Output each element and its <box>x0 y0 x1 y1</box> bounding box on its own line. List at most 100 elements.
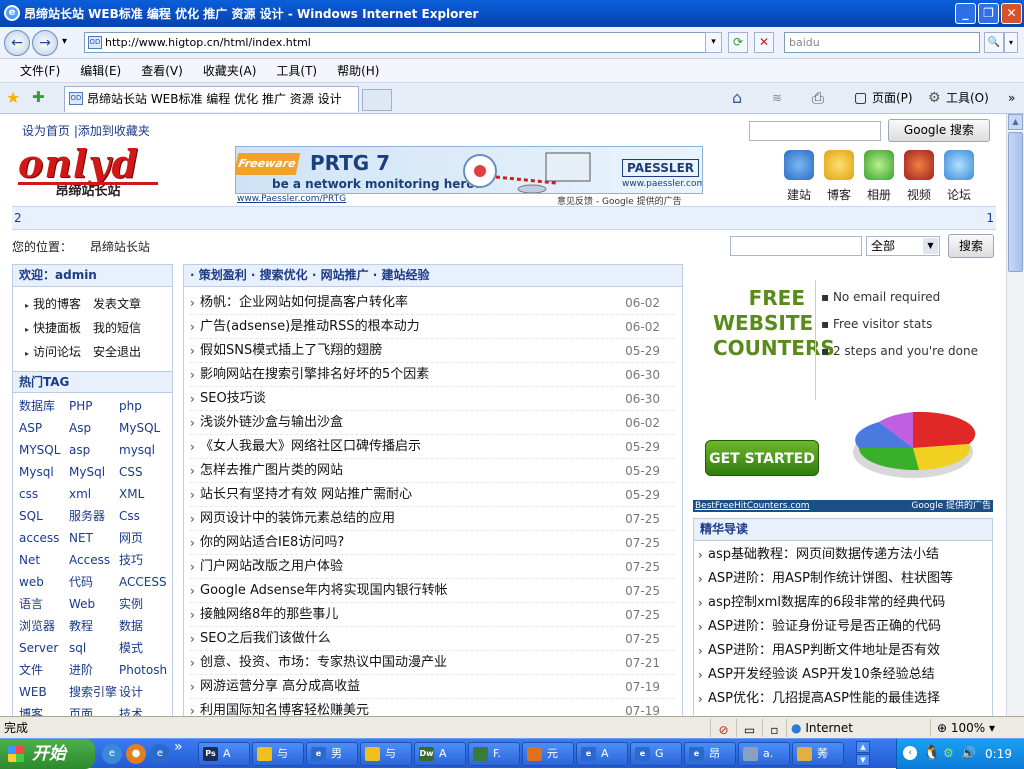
article-row[interactable]: 创意、投资、市场：专家热议中国动漫产业 07-21 <box>190 651 674 675</box>
taskbar-window-button[interactable]: Dw A <box>414 742 466 766</box>
tag-link[interactable]: MYSQL <box>19 439 69 461</box>
address-input[interactable]: OD http://www.higtop.cn/html/index.html <box>84 32 722 53</box>
tag-link[interactable]: web <box>19 571 69 593</box>
tag-link[interactable]: 数据库 <box>19 395 69 417</box>
tag-link[interactable]: Css <box>119 505 175 527</box>
tag-link[interactable]: NET <box>69 527 119 549</box>
breadcrumb-home[interactable]: 昂缔站长站 <box>90 240 150 254</box>
tag-link[interactable]: SQL <box>19 505 69 527</box>
tag-link[interactable]: sql <box>69 637 119 659</box>
link-my-blog[interactable]: 我的博客 <box>33 293 93 316</box>
tag-link[interactable]: mysql <box>119 439 175 461</box>
counter-ad[interactable]: FREE WEBSITE COUNTERS ▪ No email require… <box>693 274 993 512</box>
article-title[interactable]: SEO技巧谈 <box>200 391 266 406</box>
link-my-messages[interactable]: 我的短信 <box>93 317 153 340</box>
category-forum[interactable]: 论坛 <box>939 150 979 203</box>
article-title[interactable]: 你的网站适合IE8访问吗? <box>200 535 344 550</box>
article-title[interactable]: 网页设计中的装饰元素总结的应用 <box>200 511 395 526</box>
tag-link[interactable]: 进阶 <box>69 659 119 681</box>
article-row[interactable]: 站长只有坚持才有效 网站推广需耐心 05-29 <box>190 483 674 507</box>
close-button[interactable]: ✕ <box>1001 3 1022 24</box>
tag-link[interactable]: 技巧 <box>119 549 175 571</box>
article-title[interactable]: 怎样去推广图片类的网站 <box>200 463 343 478</box>
tag-link[interactable]: WEB <box>19 681 69 703</box>
tag-link[interactable]: php <box>119 395 175 417</box>
article-title[interactable]: 创意、投资、市场：专家热议中国动漫产业 <box>200 655 447 670</box>
featured-item[interactable]: ASP优化：几招提高ASP性能的最佳选择 <box>698 687 988 711</box>
forward-button[interactable]: → <box>32 30 58 56</box>
menu-edit[interactable]: 编辑(E) <box>80 62 121 79</box>
add-favorite-icon[interactable]: ✚ <box>32 88 45 106</box>
tag-link[interactable]: css <box>19 483 69 505</box>
task-scroll-up-icon[interactable]: ▲ <box>856 741 870 753</box>
article-title[interactable]: 《女人我最大》网络社区口碑传播启示 <box>200 439 421 454</box>
article-row[interactable]: 接触网络8年的那些事儿 07-25 <box>190 603 674 627</box>
tag-link[interactable]: PHP <box>69 395 119 417</box>
back-button[interactable]: ← <box>4 30 30 56</box>
tools-menu[interactable]: 工具(O) <box>946 89 989 107</box>
taskbar-window-button[interactable]: e男 <box>306 742 358 766</box>
tag-link[interactable]: 数据 <box>119 615 175 637</box>
tag-link[interactable]: Asp <box>69 417 119 439</box>
home-icon[interactable]: ⌂ <box>732 89 742 107</box>
tag-link[interactable]: 实例 <box>119 593 175 615</box>
article-row[interactable]: 网游运营分享 高分成高收益 07-19 <box>190 675 674 699</box>
start-button[interactable]: 开始 <box>0 739 95 769</box>
taskbar-window-button[interactable]: 莠 <box>792 742 844 766</box>
address-dropdown-icon[interactable]: ▾ <box>705 32 722 53</box>
volume-tray-icon[interactable]: 🔊 <box>961 745 976 761</box>
google-search-button[interactable]: Google 搜索 <box>888 119 990 142</box>
tag-link[interactable]: 搜索引擎 <box>69 681 119 703</box>
category-video[interactable]: 视频 <box>899 150 939 203</box>
tag-link[interactable]: Mysql <box>19 461 69 483</box>
link-quick-panel[interactable]: 快捷面板 <box>33 317 93 340</box>
ad-banner[interactable]: Freeware PRTG 7 be a network monitoring … <box>235 146 703 194</box>
tag-link[interactable]: 技术 <box>119 703 175 716</box>
get-started-button[interactable]: GET STARTED <box>705 440 819 476</box>
link-visit-forum[interactable]: 访问论坛 <box>33 341 93 364</box>
site-search-button[interactable]: 搜索 <box>948 234 994 258</box>
popup-blocked-icon[interactable]: ⊘ <box>710 719 736 737</box>
search-options-icon[interactable]: ▾ <box>1004 32 1018 53</box>
minimize-button[interactable]: _ <box>955 3 976 24</box>
taskbar-window-button[interactable]: 元 <box>522 742 574 766</box>
taskbar-window-button[interactable]: 与 <box>252 742 304 766</box>
tag-link[interactable]: 设计 <box>119 681 175 703</box>
google-search-input[interactable] <box>749 121 881 141</box>
site-search-select[interactable]: 全部 ▼ <box>866 236 940 256</box>
quicklaunch-more-icon[interactable]: » <box>174 739 183 755</box>
tag-link[interactable]: Web <box>69 593 119 615</box>
featured-item[interactable]: asp控制xml数据库的6段非常的经典代码 <box>698 591 988 615</box>
zone-indicator[interactable]: ● Internet <box>786 719 930 737</box>
featured-item[interactable]: ASP进阶：验证身份证号是否正确的代码 <box>698 615 988 639</box>
tag-link[interactable]: 代码 <box>69 571 119 593</box>
category-jianzhan[interactable]: 建站 <box>779 150 819 203</box>
featured-item[interactable]: asp基础教程：网页间数据传递方法小结 <box>698 543 988 567</box>
tab-active[interactable]: OD 昂缔站长站 WEB标准 编程 优化 推广 资源 设计 <box>64 86 359 112</box>
article-title[interactable]: 影响网站在搜索引擎排名好坏的5个因素 <box>200 367 429 382</box>
article-row[interactable]: 广告(adsense)是推动RSS的根本动力 06-02 <box>190 315 674 339</box>
taskbar-window-button[interactable]: a. <box>738 742 790 766</box>
article-title[interactable]: SEO之后我们该做什么 <box>200 631 331 646</box>
article-row[interactable]: 杨帆：企业网站如何提高客户转化率 06-02 <box>190 291 674 315</box>
category-blog[interactable]: 博客 <box>819 150 859 203</box>
article-panel-header[interactable]: · 策划盈利 · 搜索优化 · 网站推广 · 建站经验 <box>184 265 682 287</box>
zoom-control[interactable]: ⊕ 100% ▾ <box>930 719 1014 737</box>
qq-tray-icon[interactable]: 🐧 <box>923 745 940 761</box>
top-links[interactable]: 设为首页 |添加到收藏夹 <box>22 122 150 139</box>
refresh-button[interactable]: ⟳ <box>728 32 748 53</box>
tag-link[interactable]: 文件 <box>19 659 69 681</box>
link-logout[interactable]: 安全退出 <box>93 341 153 364</box>
taskbar-window-button[interactable]: eA <box>576 742 628 766</box>
ad-footer-google[interactable]: Google 提供的广告 <box>911 500 991 512</box>
tag-link[interactable]: Server <box>19 637 69 659</box>
featured-item[interactable]: ASP进阶：用ASP判断文件地址是否有效 <box>698 639 988 663</box>
tag-link[interactable]: 网页 <box>119 527 175 549</box>
article-title[interactable]: 利用国际知名博客轻松赚美元 <box>200 703 369 716</box>
tag-link[interactable]: access <box>19 527 69 549</box>
article-row[interactable]: 怎样去推广图片类的网站 05-29 <box>190 459 674 483</box>
category-album[interactable]: 相册 <box>859 150 899 203</box>
article-row[interactable]: 你的网站适合IE8访问吗? 07-25 <box>190 531 674 555</box>
menu-favorites[interactable]: 收藏夹(A) <box>203 62 257 79</box>
tag-link[interactable]: Net <box>19 549 69 571</box>
